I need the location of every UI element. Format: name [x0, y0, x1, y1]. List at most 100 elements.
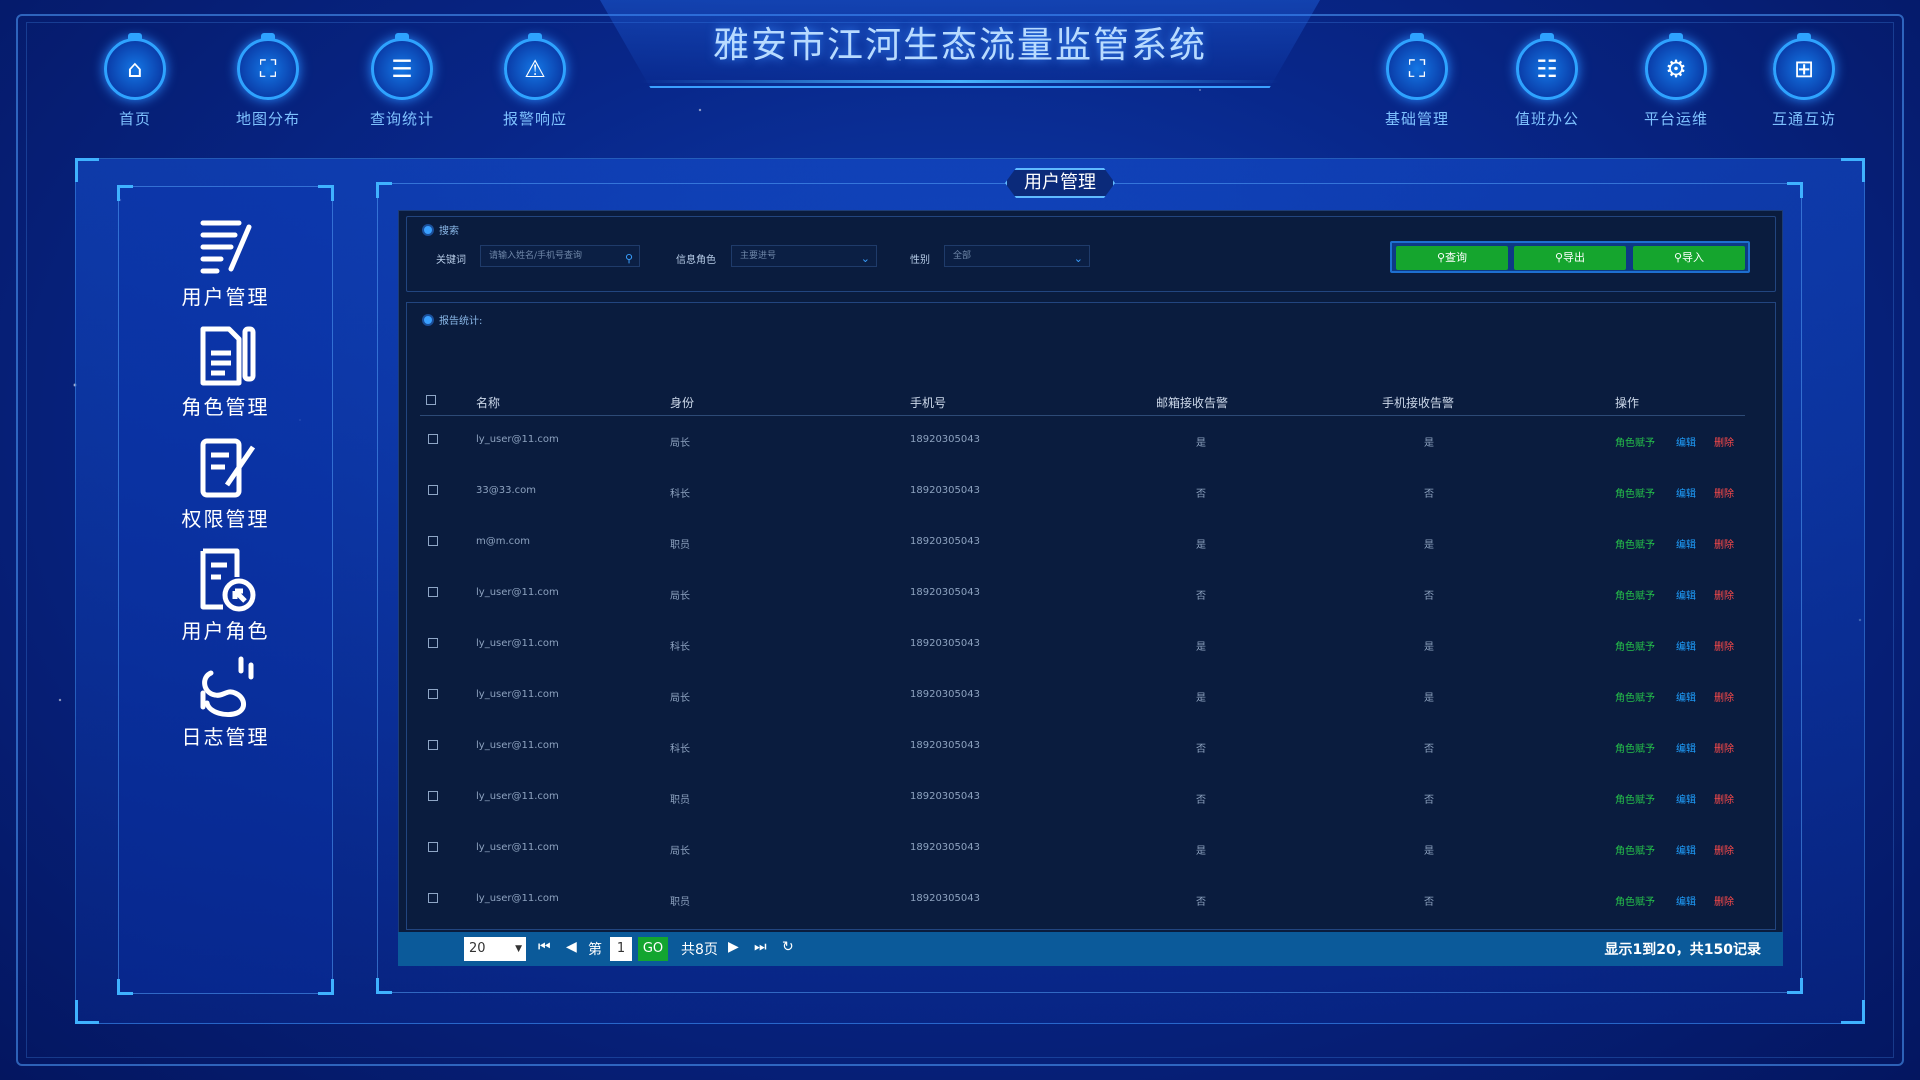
nav-item-0[interactable]: ⌂ 首页 [75, 38, 195, 129]
role-select[interactable]: 主要进号 ⌄ [731, 245, 877, 267]
nav-item-7[interactable]: ⊞ 互通互访 [1744, 38, 1864, 129]
duty-icon: ☷ [1516, 38, 1578, 100]
cell: ly_user@11.com [476, 638, 559, 649]
nav-label: 基础管理 [1384, 110, 1449, 128]
edit-link[interactable]: 编辑 [1676, 485, 1696, 500]
edit-link[interactable]: 编辑 [1676, 740, 1696, 755]
assign-role-link[interactable]: 角色赋予 [1615, 842, 1655, 857]
assign-role-link[interactable]: 角色赋予 [1615, 791, 1655, 806]
nav-item-4[interactable]: ⛶ 基础管理 [1357, 38, 1477, 129]
row-checkbox[interactable] [428, 434, 438, 447]
cell: 18920305043 [910, 893, 980, 904]
assign-role-link[interactable]: 角色赋予 [1615, 536, 1655, 551]
table-header: 名称 身份 手机号 邮箱接收告警 手机接收告警 操作 [420, 390, 1745, 416]
assign-role-link[interactable]: 角色赋予 [1615, 485, 1655, 500]
nav-item-1[interactable]: ⛶ 地图分布 [208, 38, 328, 129]
assign-role-link[interactable]: 角色赋予 [1615, 434, 1655, 449]
cell: 是 [1424, 540, 1434, 551]
edit-link[interactable]: 编辑 [1676, 893, 1696, 908]
assign-role-link[interactable]: 角色赋予 [1615, 893, 1655, 908]
query-button[interactable]: ⚲查询 [1396, 246, 1508, 270]
cell: 18920305043 [910, 434, 980, 445]
assign-role-link[interactable]: 角色赋予 [1615, 689, 1655, 704]
cell: 是 [1424, 642, 1434, 653]
delete-link[interactable]: 删除 [1714, 689, 1734, 704]
row-checkbox[interactable] [428, 689, 438, 702]
nav-item-2[interactable]: ☰ 查询统计 [342, 38, 462, 129]
row-checkbox[interactable] [428, 893, 438, 906]
sidebar-item-role-manage[interactable]: 角色管理 [119, 323, 332, 420]
table-row: ly_user@11.com 职员 18920305043 否 否 角色赋予 编辑 删除 [420, 773, 1745, 824]
sidebar-item-user-role[interactable]: 用户角色 [119, 547, 332, 644]
stats-icon: ☰ [371, 38, 433, 100]
delete-link[interactable]: 删除 [1714, 434, 1734, 449]
col-identity: 身份 [670, 396, 695, 410]
edit-link[interactable]: 编辑 [1676, 791, 1696, 806]
import-button[interactable]: ⚲导入 [1633, 246, 1745, 270]
cell: 否 [1424, 591, 1434, 602]
edit-link[interactable]: 编辑 [1676, 638, 1696, 653]
first-page-icon[interactable]: ⏮ [538, 939, 551, 955]
cell: 是 [1196, 642, 1206, 653]
map-icon: ⛶ [237, 38, 299, 100]
col-phone-alert: 手机接收告警 [1382, 396, 1455, 410]
edit-link[interactable]: 编辑 [1676, 842, 1696, 857]
chevron-down-icon: ⌄ [860, 252, 870, 265]
cell: ly_user@11.com [476, 434, 559, 445]
delete-link[interactable]: 删除 [1714, 740, 1734, 755]
row-checkbox[interactable] [428, 791, 438, 804]
page-size-select[interactable]: 20 ▼ [464, 937, 526, 961]
delete-link[interactable]: 删除 [1714, 638, 1734, 653]
total-pages: 共8页 [681, 942, 718, 958]
edit-link[interactable]: 编辑 [1676, 434, 1696, 449]
base-manage-icon: ⛶ [1386, 38, 1448, 100]
select-all-checkbox[interactable] [426, 394, 436, 408]
go-button[interactable]: GO [638, 937, 668, 961]
interconnect-icon: ⊞ [1773, 38, 1835, 100]
cell: ly_user@11.com [476, 842, 559, 853]
cell: 是 [1424, 438, 1434, 449]
row-checkbox[interactable] [428, 536, 438, 549]
cell: ly_user@11.com [476, 740, 559, 751]
delete-link[interactable]: 删除 [1714, 842, 1734, 857]
nav-item-6[interactable]: ⚙ 平台运维 [1616, 38, 1736, 129]
keyword-input[interactable]: 请输入姓名/手机号查询 ⚲ [480, 245, 640, 267]
cell: 否 [1196, 744, 1206, 755]
edit-link[interactable]: 编辑 [1676, 587, 1696, 602]
edit-link[interactable]: 编辑 [1676, 536, 1696, 551]
delete-link[interactable]: 删除 [1714, 587, 1734, 602]
sidebar-item-user-manage[interactable]: 用户管理 [119, 213, 332, 310]
table-row: m@m.com 职员 18920305043 是 是 角色赋予 编辑 删除 [420, 518, 1745, 569]
table-row: ly_user@11.com 局长 18920305043 是 是 角色赋予 编辑 删除 [420, 671, 1745, 722]
delete-link[interactable]: 删除 [1714, 485, 1734, 500]
row-checkbox[interactable] [428, 587, 438, 600]
nav-item-3[interactable]: ⚠ 报警响应 [475, 38, 595, 129]
stats-section-title: 报告统计: [422, 312, 482, 327]
assign-role-link[interactable]: 角色赋予 [1615, 740, 1655, 755]
row-checkbox[interactable] [428, 740, 438, 753]
delete-link[interactable]: 删除 [1714, 791, 1734, 806]
row-checkbox[interactable] [428, 638, 438, 651]
cell: 18920305043 [910, 689, 980, 700]
delete-link[interactable]: 删除 [1714, 536, 1734, 551]
next-page-icon[interactable]: ▶ [728, 939, 739, 955]
sidebar-item-log[interactable]: 日志管理 [119, 653, 332, 750]
nav-item-5[interactable]: ☷ 值班办公 [1487, 38, 1607, 129]
cell: m@m.com [476, 536, 531, 547]
edit-link[interactable]: 编辑 [1676, 689, 1696, 704]
assign-role-link[interactable]: 角色赋予 [1615, 587, 1655, 602]
sidebar-item-permission[interactable]: 权限管理 [119, 435, 332, 532]
refresh-icon[interactable]: ↻ [782, 939, 794, 955]
last-page-icon[interactable]: ⏭ [754, 939, 767, 955]
content-title: 用户管理 [1005, 168, 1115, 198]
row-checkbox[interactable] [428, 485, 438, 498]
page-number-input[interactable]: 1 [610, 937, 632, 961]
delete-link[interactable]: 删除 [1714, 893, 1734, 908]
cell: 是 [1196, 693, 1206, 704]
assign-role-link[interactable]: 角色赋予 [1615, 638, 1655, 653]
row-checkbox[interactable] [428, 842, 438, 855]
sidebar: 用户管理 角色管理 权限管理 用户角色 日志管理 [117, 185, 334, 995]
export-button[interactable]: ⚲导出 [1514, 246, 1626, 270]
gender-select[interactable]: 全部 ⌄ [944, 245, 1090, 267]
prev-page-icon[interactable]: ◀ [566, 939, 577, 955]
